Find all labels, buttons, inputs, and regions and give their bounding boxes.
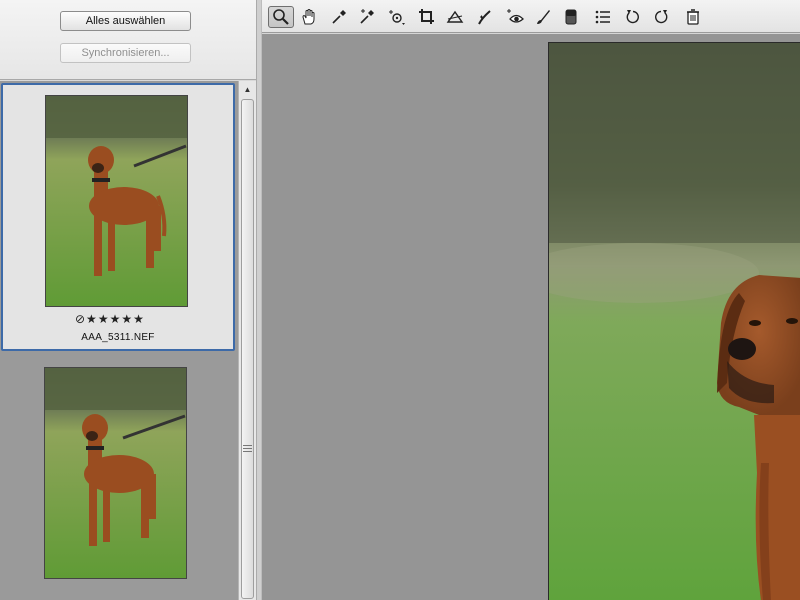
preferences-tool-button[interactable]: [590, 6, 616, 28]
target-icon: [389, 10, 405, 25]
eyedropper-icon: [332, 10, 346, 24]
color-sampler-tool-button[interactable]: [354, 6, 380, 28]
thumbnail-filename: AAA_5311.NEF: [81, 332, 155, 343]
filmstrip-scrollbar[interactable]: ▲: [238, 81, 256, 600]
dog-thumbnail-graphic: [46, 96, 187, 306]
target-adjustment-tool-button[interactable]: [384, 6, 410, 28]
filmstrip-item-selected[interactable]: ⊘★★★★★ AAA_5311.NEF: [1, 83, 235, 351]
thumbnail-image[interactable]: [45, 95, 188, 307]
rotate-ccw-icon: [626, 10, 639, 24]
spot-removal-tool-button[interactable]: [472, 6, 498, 28]
scrollbar-thumb[interactable]: [241, 99, 254, 599]
white-balance-tool-button[interactable]: [326, 6, 352, 28]
dog-preview-graphic: [549, 43, 800, 600]
trash-icon: [687, 9, 699, 25]
red-eye-tool-button[interactable]: [502, 6, 528, 28]
spot-removal-icon: [478, 10, 491, 25]
adjustment-brush-tool-button[interactable]: [530, 6, 556, 28]
scroll-up-arrow-icon[interactable]: ▲: [239, 81, 256, 98]
star-rating[interactable]: ⊘★★★★★: [75, 312, 145, 326]
hand-tool-button[interactable]: [296, 6, 322, 28]
brush-icon: [537, 10, 550, 24]
rotate-cw-icon: [655, 10, 668, 24]
magnifier-icon: [273, 9, 289, 25]
filmstrip-item[interactable]: [0, 365, 234, 585]
list-icon: [595, 10, 610, 24]
hand-icon: [302, 9, 315, 25]
rotate-right-tool-button[interactable]: [648, 6, 674, 28]
color-sampler-icon: [360, 9, 374, 24]
synchronize-button[interactable]: Synchronisieren...: [60, 43, 191, 63]
straighten-tool-button[interactable]: [442, 6, 468, 28]
filmstrip-panel: Alles auswählen Synchronisieren... ⊘★★★★…: [0, 0, 256, 600]
dog-thumbnail-graphic: [45, 368, 186, 578]
crop-icon: [419, 9, 434, 24]
straighten-icon: [446, 10, 464, 23]
rotate-left-tool-button[interactable]: [620, 6, 646, 28]
select-all-button[interactable]: Alles auswählen: [60, 11, 191, 31]
red-eye-icon: [507, 9, 524, 23]
delete-tool-button[interactable]: [680, 6, 706, 28]
preview-image[interactable]: [548, 42, 800, 600]
camera-raw-window: Alles auswählen Synchronisieren... ⊘★★★★…: [0, 0, 800, 600]
crop-tool-button[interactable]: [414, 6, 440, 28]
scrollbar-grip-icon: [243, 445, 252, 453]
image-preview-area[interactable]: [262, 34, 800, 600]
tools-toolbar: [262, 0, 800, 33]
thumbnail-image[interactable]: [44, 367, 187, 579]
graduated-filter-tool-button[interactable]: [558, 6, 584, 28]
gradient-icon: [565, 9, 577, 25]
zoom-tool-button[interactable]: [268, 6, 294, 28]
filmstrip-list: ⊘★★★★★ AAA_5311.NEF: [0, 81, 238, 600]
filmstrip-header: Alles auswählen Synchronisieren...: [0, 0, 256, 80]
